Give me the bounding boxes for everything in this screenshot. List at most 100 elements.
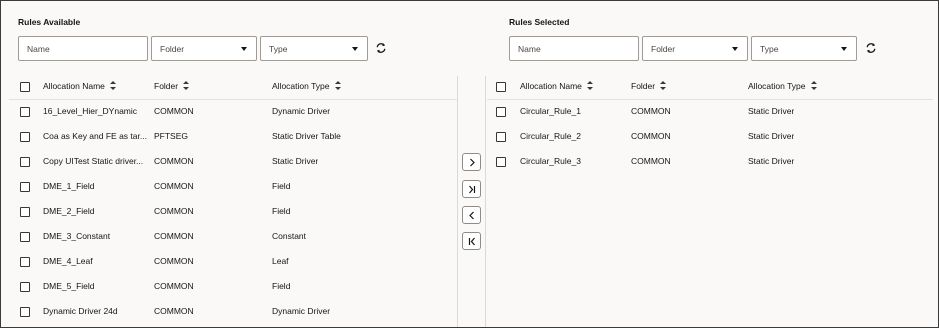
table-row[interactable]: Circular_Rule_3 COMMON Static Driver: [487, 149, 933, 174]
type-placeholder: Type: [760, 43, 779, 54]
column-header-folder[interactable]: Folder: [154, 74, 190, 99]
row-checkbox[interactable]: [20, 207, 30, 217]
table-row[interactable]: DME_1_Field COMMON Field: [9, 174, 457, 199]
folder-cell: COMMON: [154, 231, 194, 241]
selected-name-filter-input[interactable]: Name: [509, 36, 639, 61]
select-all-checkbox[interactable]: [496, 82, 506, 92]
allocation-name-cell: DME_3_Constant: [43, 231, 111, 241]
table-row[interactable]: DME_4_Leaf COMMON Leaf: [9, 249, 457, 274]
allocation-name-cell: Coa as Key and FE as tar...: [43, 131, 147, 141]
row-checkbox[interactable]: [20, 107, 30, 117]
selected-table: Allocation Name Folder Allocation Type C…: [487, 74, 933, 327]
folder-cell: COMMON: [154, 206, 194, 216]
name-placeholder: Name: [518, 43, 541, 54]
allocation-name-cell: DME_4_Leaf: [43, 256, 93, 266]
caret-down-icon: [352, 47, 358, 51]
move-all-left-icon: [468, 237, 475, 246]
selected-refresh-icon[interactable]: [865, 42, 877, 54]
folder-cell: COMMON: [631, 131, 671, 141]
select-all-checkbox[interactable]: [20, 82, 30, 92]
allocation-name-cell: Circular_Rule_3: [520, 156, 581, 166]
allocation-name-cell: Dynamic Driver 24d: [43, 306, 118, 316]
folder-cell: COMMON: [154, 181, 194, 191]
row-checkbox[interactable]: [496, 107, 506, 117]
column-header-allocation-name[interactable]: Allocation Name: [520, 74, 593, 99]
chevron-left-icon: [469, 211, 474, 220]
folder-cell: COMMON: [154, 156, 194, 166]
row-checkbox[interactable]: [20, 307, 30, 317]
allocation-name-cell: DME_5_Field: [43, 281, 95, 291]
row-checkbox[interactable]: [20, 132, 30, 142]
allocation-type-cell: Static Driver: [272, 156, 319, 166]
table-row[interactable]: DME_2_Field COMMON Field: [9, 199, 457, 224]
allocation-name-cell: DME_1_Field: [43, 181, 95, 191]
folder-cell: COMMON: [154, 106, 194, 116]
allocation-name-cell: 16_Level_Hier_DYnamic: [43, 106, 138, 116]
row-checkbox[interactable]: [20, 182, 30, 192]
folder-cell: COMMON: [631, 106, 671, 116]
available-refresh-icon[interactable]: [375, 42, 387, 54]
sort-icon: [586, 81, 593, 90]
selected-type-select[interactable]: Type: [751, 36, 857, 61]
row-checkbox[interactable]: [20, 232, 30, 242]
sort-icon: [334, 81, 341, 90]
sort-icon: [810, 81, 817, 90]
table-row[interactable]: DME_3_Constant COMMON Constant: [9, 224, 457, 249]
allocation-type-cell: Static Driver: [748, 131, 795, 141]
folder-cell: COMMON: [154, 256, 194, 266]
folder-cell: COMMON: [631, 156, 671, 166]
folder-cell: COMMON: [154, 306, 194, 316]
available-folder-select[interactable]: Folder: [151, 36, 257, 61]
type-placeholder: Type: [269, 43, 288, 54]
folder-placeholder: Folder: [160, 43, 185, 54]
allocation-type-cell: Leaf: [272, 256, 289, 266]
allocation-type-cell: Dynamic Driver: [272, 106, 331, 116]
table-row[interactable]: 16_Level_Hier_DYnamic COMMON Dynamic Drive…: [9, 99, 457, 124]
table-row[interactable]: Circular_Rule_2 COMMON Static Driver: [487, 124, 933, 149]
folder-cell: COMMON: [154, 281, 194, 291]
allocation-type-cell: Dynamic Driver: [272, 306, 331, 316]
row-checkbox[interactable]: [20, 282, 30, 292]
move-all-right-button[interactable]: [462, 180, 481, 198]
available-table: Allocation Name Folder Allocation Type 1…: [9, 74, 457, 327]
allocation-type-cell: Constant: [272, 231, 307, 241]
row-checkbox[interactable]: [20, 257, 30, 267]
table-row[interactable]: Dynamic Driver 24d COMMON Dynamic Driver: [9, 299, 457, 324]
column-header-allocation-name[interactable]: Allocation Name: [43, 74, 116, 99]
chevron-right-icon: [470, 158, 475, 167]
allocation-type-cell: Field: [272, 206, 291, 216]
divider: [485, 76, 486, 327]
caret-down-icon: [241, 47, 247, 51]
column-header-allocation-type[interactable]: Allocation Type: [272, 74, 341, 99]
sort-icon: [660, 81, 667, 90]
move-all-left-button[interactable]: [462, 232, 481, 250]
rules-available-title: Rules Available: [18, 17, 81, 27]
folder-cell: PFTSEG: [154, 131, 189, 141]
table-row[interactable]: Coa as Key and FE as tar... PFTSEG Static …: [9, 124, 457, 149]
allocation-type-cell: Field: [272, 281, 291, 291]
allocation-name-cell: Circular_Rule_2: [520, 131, 581, 141]
allocation-name-cell: Copy UITest Static driver...: [43, 156, 144, 166]
selected-folder-select[interactable]: Folder: [642, 36, 748, 61]
table-header-row: Allocation Name Folder Allocation Type: [9, 74, 457, 100]
row-checkbox[interactable]: [20, 157, 30, 167]
table-row[interactable]: Copy UITest Static driver... COMMON Static…: [9, 149, 457, 174]
table-row[interactable]: Circular_Rule_1 COMMON Static Driver: [487, 99, 933, 124]
table-row[interactable]: DME_5_Field COMMON Field: [9, 274, 457, 299]
row-checkbox[interactable]: [496, 157, 506, 167]
move-left-button[interactable]: [462, 206, 481, 224]
caret-down-icon: [841, 47, 847, 51]
available-type-select[interactable]: Type: [260, 36, 368, 61]
available-name-filter-input[interactable]: Name: [18, 36, 148, 61]
allocation-type-cell: Static Driver: [748, 156, 795, 166]
caret-down-icon: [732, 47, 738, 51]
table-header-row: Allocation Name Folder Allocation Type: [487, 74, 933, 100]
row-checkbox[interactable]: [496, 132, 506, 142]
folder-placeholder: Folder: [651, 43, 676, 54]
move-right-button[interactable]: [462, 153, 481, 171]
rules-selected-title: Rules Selected: [509, 17, 570, 27]
column-header-folder[interactable]: Folder: [631, 74, 667, 99]
move-all-right-icon: [469, 185, 476, 194]
name-placeholder: Name: [27, 43, 50, 54]
column-header-allocation-type[interactable]: Allocation Type: [748, 74, 817, 99]
